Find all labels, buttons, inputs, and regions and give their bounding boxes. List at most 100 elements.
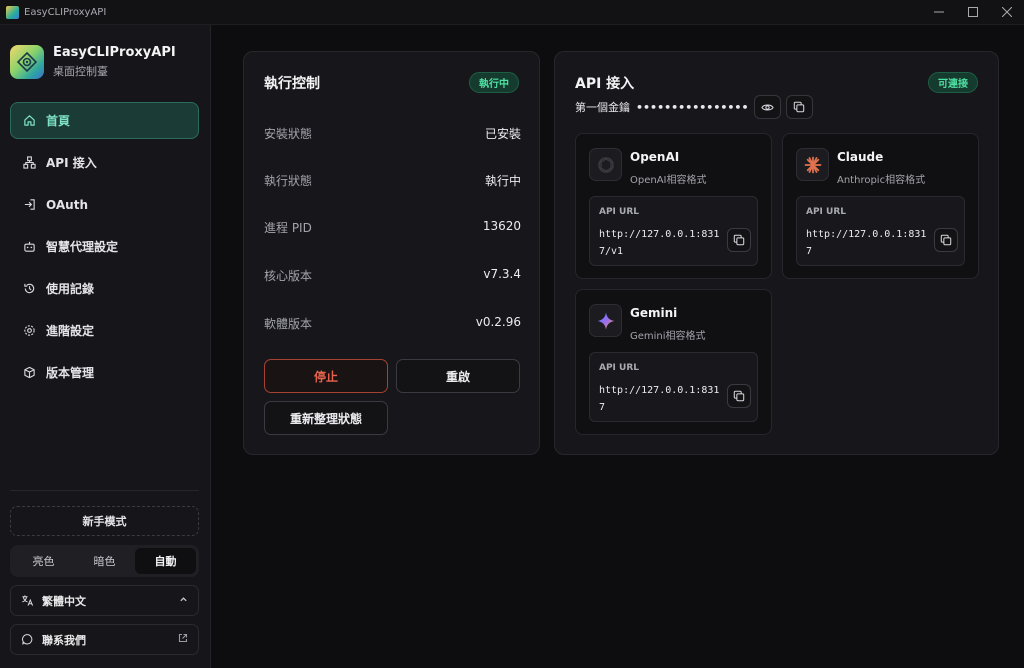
minimize-button[interactable] [922, 0, 956, 25]
window-title: EasyCLIProxyAPI [24, 6, 107, 18]
theme-switcher: 亮色 暗色 自動 [10, 545, 199, 577]
software-version-row: 軟體版本 v0.2.96 [264, 315, 521, 332]
api-access-card: API 接入 可連接 第一個金鑰 •••••••••••••••• OpenAI… [554, 51, 999, 455]
api-access-title: API 接入 [575, 76, 635, 92]
sidebar-item-label: API 接入 [46, 156, 97, 170]
window-titlebar: EasyCLIProxyAPI [0, 0, 1024, 25]
minimize-icon [934, 11, 944, 13]
external-link-icon [178, 633, 188, 646]
sidebar-item-label: 使用記錄 [46, 282, 95, 296]
provider-card-openai: OpenAI OpenAI相容格式 API URL http://127.0.0… [575, 133, 772, 279]
copy-key-button[interactable] [785, 95, 813, 119]
novice-mode-button[interactable]: 新手模式 [10, 506, 199, 536]
close-button[interactable] [990, 0, 1024, 25]
row-key: 軟體版本 [264, 317, 313, 331]
theme-dark-option[interactable]: 暗色 [74, 548, 135, 574]
row-value: 執行中 [484, 174, 521, 188]
show-key-button[interactable] [753, 95, 781, 119]
api-key-row: 第一個金鑰 •••••••••••••••• [575, 95, 813, 119]
refresh-status-button[interactable]: 重新整理狀態 [264, 401, 388, 435]
api-url-box: API URL http://127.0.0.1:8317 [589, 352, 758, 422]
connectable-status-badge: 可連接 [928, 72, 978, 93]
restart-button[interactable]: 重啟 [396, 359, 520, 393]
copy-url-button[interactable] [727, 228, 751, 252]
api-url-value: http://127.0.0.1:8317 [806, 229, 927, 257]
app-icon [6, 5, 19, 19]
sidebar-item-home[interactable]: 首頁 [10, 102, 199, 139]
row-key: 執行狀態 [264, 174, 313, 188]
row-key: 安裝狀態 [264, 127, 313, 141]
copy-icon [940, 234, 952, 246]
home-icon [22, 114, 36, 128]
provider-subtitle: Anthropic相容格式 [837, 175, 926, 186]
claude-logo-icon [796, 148, 829, 181]
sidebar-item-usage[interactable]: 使用記錄 [10, 270, 199, 307]
api-url-box: API URL http://127.0.0.1:8317 [796, 196, 965, 266]
sidebar-item-oauth[interactable]: OAuth [10, 186, 199, 223]
row-value: 13620 [482, 219, 521, 233]
copy-url-button[interactable] [934, 228, 958, 252]
chat-icon [21, 633, 34, 646]
translate-icon [21, 594, 34, 607]
provider-subtitle: Gemini相容格式 [630, 331, 706, 342]
brand-subtitle: 桌面控制臺 [53, 65, 108, 78]
openai-logo-icon [589, 148, 622, 181]
brand-name: EasyCLIProxyAPI [53, 45, 176, 60]
row-key: 進程 PID [264, 221, 312, 235]
row-value: 已安裝 [484, 127, 521, 141]
core-version-row: 核心版本 v7.3.4 [264, 267, 521, 284]
sidebar-item-api[interactable]: API 接入 [10, 144, 199, 181]
eye-icon [760, 104, 774, 110]
sidebar-item-smart-proxy[interactable]: 智慧代理設定 [10, 228, 199, 265]
provider-name: OpenAI [630, 150, 680, 164]
sidebar-item-label: OAuth [46, 197, 88, 212]
api-key-masked: •••••••••••••••• [636, 100, 749, 114]
maximize-button[interactable] [956, 0, 990, 25]
api-url-box: API URL http://127.0.0.1:8317/v1 [589, 196, 758, 266]
network-icon [22, 156, 36, 170]
sidebar-item-label: 進階設定 [46, 324, 95, 338]
copy-icon [733, 234, 745, 246]
provider-card-claude: Claude Anthropic相容格式 API URL http://127.… [782, 133, 979, 279]
brand-logo-icon [10, 45, 44, 79]
sidebar-item-label: 首頁 [46, 114, 71, 128]
gemini-logo-icon [589, 304, 622, 337]
theme-auto-option[interactable]: 自動 [135, 548, 196, 574]
sidebar: EasyCLIProxyAPI 桌面控制臺 首頁 API 接入 OAuth 智慧… [0, 25, 211, 668]
chevron-up-icon [179, 595, 188, 607]
history-icon [22, 282, 36, 296]
theme-light-option[interactable]: 亮色 [13, 548, 74, 574]
copy-url-button[interactable] [727, 384, 751, 408]
api-url-value: http://127.0.0.1:8317 [599, 385, 720, 413]
process-pid-row: 進程 PID 13620 [264, 219, 521, 236]
execution-control-card: 執行控制 執行中 安裝狀態 已安裝 執行狀態 執行中 進程 PID 13620 … [243, 51, 540, 455]
run-status-row: 執行狀態 執行中 [264, 172, 521, 189]
login-icon [22, 198, 36, 212]
sidebar-item-label: 版本管理 [46, 366, 95, 380]
maximize-icon [968, 7, 978, 17]
contact-us-link[interactable]: 聯系我們 [10, 624, 199, 655]
stop-button[interactable]: 停止 [264, 359, 388, 393]
copy-icon [733, 390, 745, 402]
sidebar-divider [10, 490, 199, 491]
api-url-value: http://127.0.0.1:8317/v1 [599, 229, 720, 257]
brand: EasyCLIProxyAPI 桌面控制臺 [10, 45, 176, 79]
language-label: 繁體中文 [42, 594, 86, 608]
contact-label: 聯系我們 [42, 633, 86, 647]
api-url-label: API URL [806, 207, 847, 217]
sidebar-item-label: 智慧代理設定 [46, 240, 119, 254]
running-status-badge: 執行中 [469, 72, 519, 93]
sidebar-item-version[interactable]: 版本管理 [10, 354, 199, 391]
sidebar-item-advanced[interactable]: 進階設定 [10, 312, 199, 349]
api-url-label: API URL [599, 207, 640, 217]
package-icon [22, 366, 36, 380]
provider-name: Gemini [630, 306, 678, 320]
row-value: v0.2.96 [475, 315, 521, 329]
provider-name: Claude [837, 150, 884, 164]
provider-card-gemini: Gemini Gemini相容格式 API URL http://127.0.0… [575, 289, 772, 435]
language-select[interactable]: 繁體中文 [10, 585, 199, 616]
close-icon [1002, 7, 1012, 17]
api-key-label: 第一個金鑰 [575, 101, 630, 114]
row-value: v7.3.4 [483, 267, 521, 281]
provider-subtitle: OpenAI相容格式 [630, 175, 707, 186]
